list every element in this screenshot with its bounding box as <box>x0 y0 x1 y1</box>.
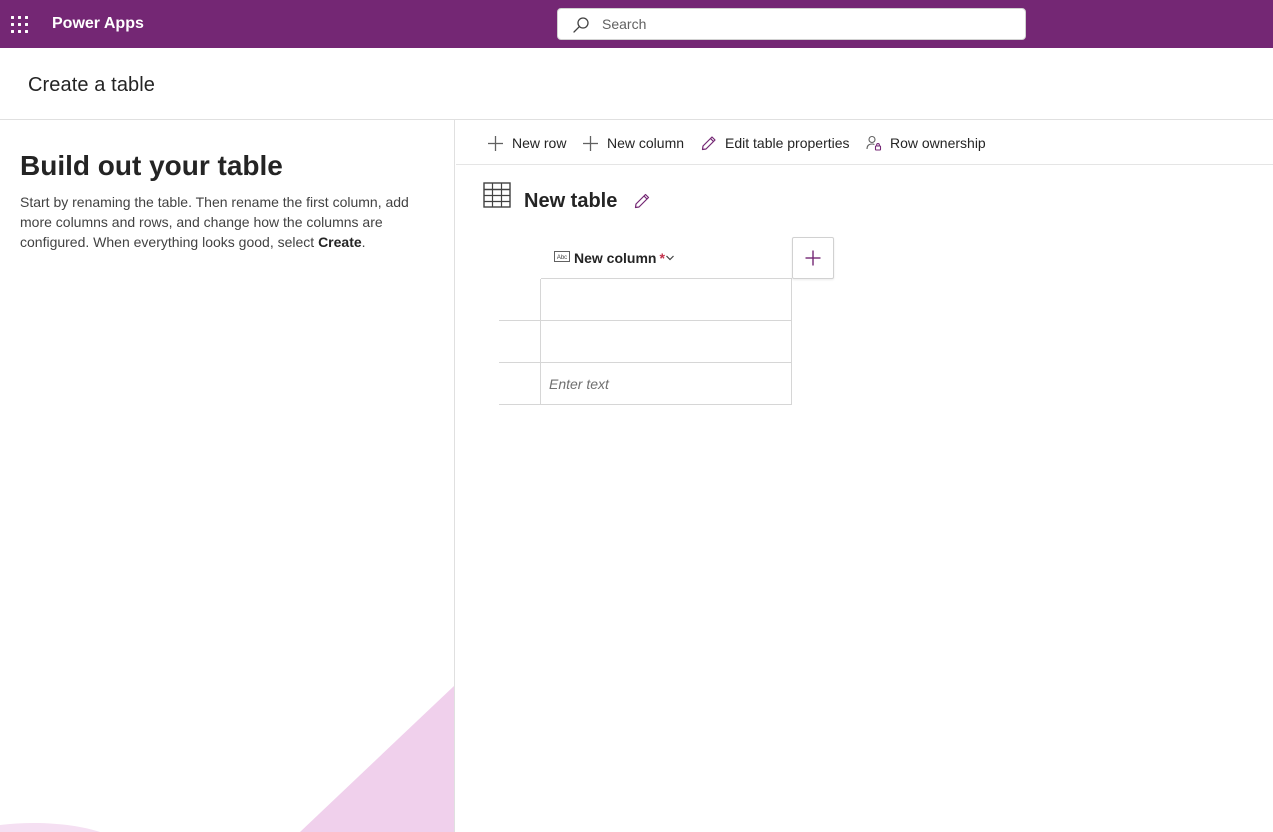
description-end: . <box>361 234 366 250</box>
pencil-icon <box>701 136 716 151</box>
chevron-down-icon[interactable] <box>665 254 675 262</box>
edit-table-properties-button[interactable]: Edit table properties <box>701 132 850 154</box>
row-ownership-button[interactable]: Row ownership <box>866 132 986 154</box>
top-bar: Power Apps <box>0 0 1273 48</box>
left-description: Start by renaming the table. Then rename… <box>20 192 420 252</box>
table-row <box>499 363 792 405</box>
search-input[interactable] <box>602 9 1012 39</box>
cell-input[interactable] <box>549 289 779 311</box>
description-bold-create: Create <box>318 234 362 250</box>
search-box[interactable] <box>557 8 1026 40</box>
table-cell[interactable] <box>541 363 792 405</box>
text-type-icon: Abc <box>554 251 570 262</box>
add-column-button[interactable] <box>792 237 834 279</box>
table-cell[interactable] <box>541 321 792 363</box>
cell-input[interactable] <box>549 331 779 353</box>
new-row-button[interactable]: New row <box>487 132 566 154</box>
left-info-pane: Build out your table Start by renaming t… <box>0 120 455 832</box>
table-row <box>499 321 792 363</box>
new-column-label: New column <box>607 135 685 151</box>
table-name[interactable]: New table <box>524 190 617 213</box>
plus-icon <box>805 250 821 266</box>
row-selector-cell[interactable] <box>499 279 541 321</box>
person-lock-icon <box>866 135 882 151</box>
page-title: Create a table <box>28 74 156 96</box>
page-header: Create a table <box>0 48 1273 120</box>
search-icon <box>573 17 589 33</box>
app-name[interactable]: Power Apps <box>52 15 144 33</box>
table-icon <box>483 182 511 208</box>
cell-input[interactable] <box>549 373 779 395</box>
edit-table-name-pencil-icon[interactable] <box>633 192 651 210</box>
new-row-label: New row <box>512 135 567 151</box>
svg-text:Abc: Abc <box>557 255 567 261</box>
row-selector-cell[interactable] <box>499 321 541 363</box>
table-cell[interactable] <box>541 279 792 321</box>
app-launcher-icon[interactable] <box>11 16 28 33</box>
table-row <box>499 279 792 321</box>
column-name: New column <box>574 250 657 266</box>
edit-table-properties-label: Edit table properties <box>725 135 850 151</box>
row-ownership-label: Row ownership <box>890 135 986 151</box>
left-heading: Build out your table <box>20 150 283 181</box>
column-header[interactable]: Abc New column * <box>541 237 792 279</box>
plus-icon <box>583 135 598 151</box>
column-header-label: New column * <box>574 250 665 266</box>
command-bar: New row New column Edit table properties… <box>456 120 1273 165</box>
plus-icon <box>488 135 503 151</box>
row-selector-cell[interactable] <box>499 363 541 405</box>
new-column-button[interactable]: New column <box>582 132 684 154</box>
